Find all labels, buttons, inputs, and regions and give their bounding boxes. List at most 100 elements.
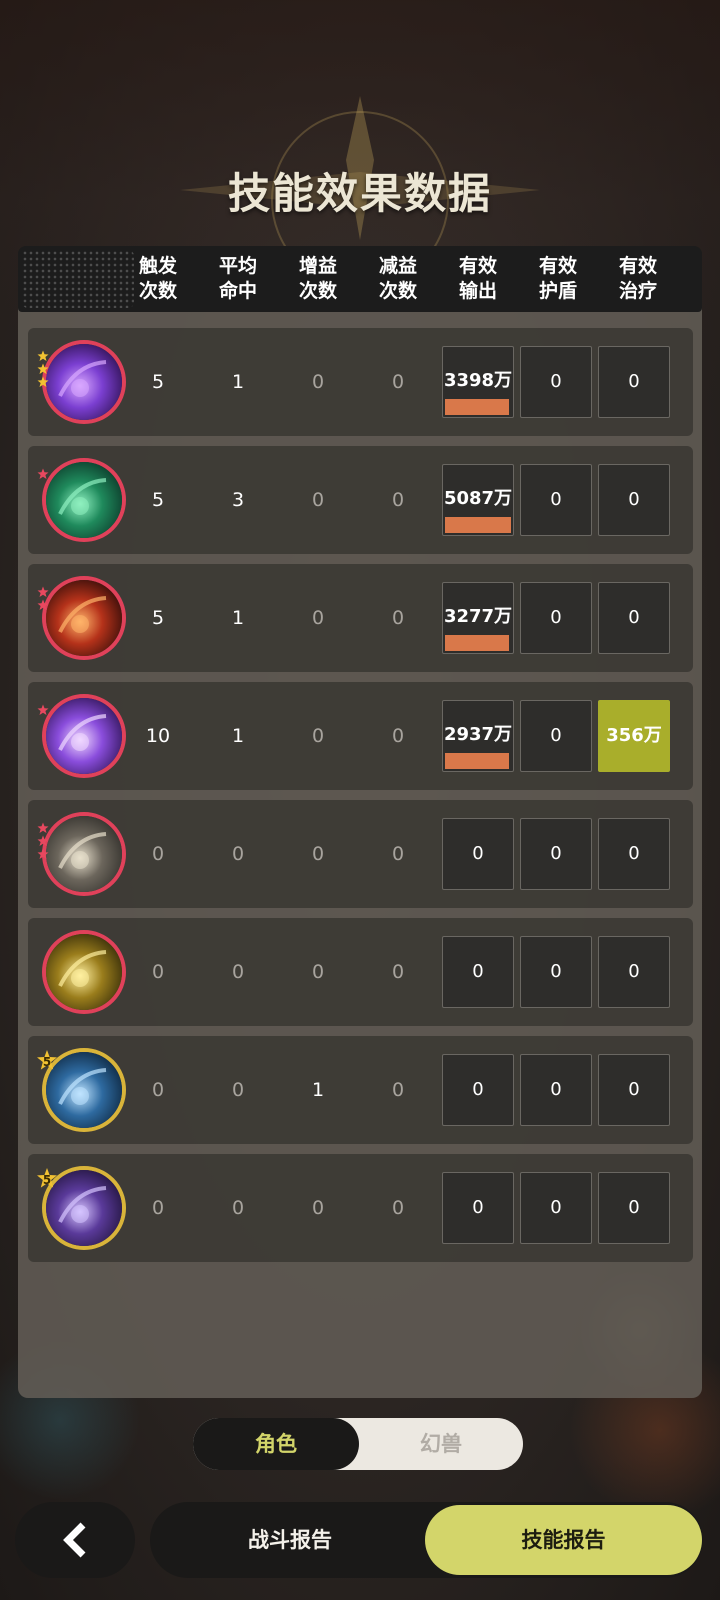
level-value: 5 <box>42 1173 52 1187</box>
star-icon <box>37 704 49 715</box>
star-icon <box>37 468 49 479</box>
star-icon <box>37 599 49 610</box>
debuff-count-value: 0 <box>391 1079 405 1101</box>
effective-shield-cell[interactable]: 0 <box>520 936 592 1008</box>
page-title: 技能效果数据 <box>227 169 492 218</box>
effective-shield-cell[interactable]: 0 <box>520 818 592 890</box>
shield-value: 0 <box>550 843 562 864</box>
effective-shield-cell[interactable]: 0 <box>520 464 592 536</box>
output-value: 0 <box>472 961 484 982</box>
average-hit-value: 1 <box>231 607 245 629</box>
effective-heal-cell[interactable]: 356万 <box>598 700 670 772</box>
column-header-trigger-count: 触发 次数 <box>138 255 177 302</box>
effective-heal-cell[interactable]: 0 <box>598 346 670 418</box>
star-rating <box>37 350 51 389</box>
skill-row[interactable]: 5 1 0 0 3398万 0 0 <box>28 328 693 436</box>
toggle-beast-tab[interactable]: 幻兽 <box>359 1418 523 1470</box>
skill-row[interactable]: 10 1 0 0 2937万 0 356万 <box>28 682 693 790</box>
effective-output-cell[interactable]: 3398万 <box>442 346 514 418</box>
effective-heal-cell[interactable]: 0 <box>598 464 670 536</box>
effective-shield-cell[interactable]: 0 <box>520 582 592 654</box>
effective-shield-cell[interactable]: 0 <box>520 346 592 418</box>
green-vortex-skill-icon <box>46 462 122 538</box>
purple-orb-skill-icon <box>46 344 122 420</box>
skill-row[interactable]: 5 0 0 1 0 0 0 0 <box>28 1036 693 1144</box>
shield-value: 0 <box>550 1197 562 1218</box>
skill-icon-frame <box>42 930 126 1014</box>
back-button[interactable] <box>15 1502 135 1578</box>
effective-output-cell[interactable]: 0 <box>442 818 514 890</box>
effective-shield-cell[interactable]: 0 <box>520 1172 592 1244</box>
shield-value: 0 <box>550 489 562 510</box>
effective-heal-cell[interactable]: 0 <box>598 1172 670 1244</box>
effective-output-cell[interactable]: 3277万 <box>442 582 514 654</box>
effective-output-cell[interactable]: 0 <box>442 1172 514 1244</box>
buff-count-value: 0 <box>311 725 325 747</box>
heal-value: 0 <box>628 371 640 392</box>
star-icon <box>37 835 49 846</box>
role-beast-toggle[interactable]: 角色 幻兽 <box>193 1418 523 1470</box>
battle-report-tab[interactable]: 战斗报告 <box>150 1502 430 1578</box>
shield-value: 0 <box>550 371 562 392</box>
average-hit-value: 0 <box>231 1079 245 1101</box>
output-value: 2937万 <box>443 724 513 745</box>
star-icon <box>37 350 49 361</box>
skill-report-tab[interactable]: 技能报告 <box>425 1505 702 1575</box>
output-value: 0 <box>472 1079 484 1100</box>
effective-output-cell[interactable]: 2937万 <box>442 700 514 772</box>
star-rating <box>37 822 51 861</box>
skill-icon-frame <box>42 812 126 896</box>
skill-row[interactable]: 5 1 0 0 3277万 0 0 <box>28 564 693 672</box>
average-hit-value: 1 <box>231 725 245 747</box>
skill-icon-frame <box>42 694 126 778</box>
heal-value: 0 <box>628 1079 640 1100</box>
heal-value: 0 <box>628 843 640 864</box>
output-share-bar <box>445 635 509 651</box>
shield-warrior-skill-icon <box>46 816 122 892</box>
buff-count-value: 0 <box>311 607 325 629</box>
average-hit-value: 3 <box>231 489 245 511</box>
column-header-average-hit: 平均 命中 <box>218 255 257 302</box>
purple-beast-skill-icon <box>46 1170 122 1246</box>
output-value: 5087万 <box>443 488 513 509</box>
shield-value: 0 <box>550 607 562 628</box>
effective-output-cell[interactable]: 0 <box>442 1054 514 1126</box>
skill-row[interactable]: 5 3 0 0 5087万 0 0 <box>28 446 693 554</box>
effective-heal-cell[interactable]: 0 <box>598 818 670 890</box>
effective-shield-cell[interactable]: 0 <box>520 1054 592 1126</box>
trigger-count-value: 0 <box>151 961 165 983</box>
average-hit-value: 0 <box>231 961 245 983</box>
chevron-left-icon <box>63 1522 86 1558</box>
violet-burst-skill-icon <box>46 698 122 774</box>
skill-row[interactable]: 0 0 0 0 0 0 0 <box>28 800 693 908</box>
star-icon <box>37 848 49 859</box>
star-rating <box>37 586 51 612</box>
trigger-count-value: 5 <box>151 489 165 511</box>
header-pattern <box>22 250 134 308</box>
effective-output-cell[interactable]: 0 <box>442 936 514 1008</box>
debuff-count-value: 0 <box>391 843 405 865</box>
star-rating <box>37 704 51 717</box>
effective-heal-cell[interactable]: 0 <box>598 1054 670 1126</box>
average-hit-value: 1 <box>231 371 245 393</box>
buff-count-value: 0 <box>311 1197 325 1219</box>
effective-heal-cell[interactable]: 0 <box>598 936 670 1008</box>
skill-row[interactable]: 0 0 0 0 0 0 0 <box>28 918 693 1026</box>
trigger-count-value: 0 <box>151 1079 165 1101</box>
shield-value: 0 <box>550 961 562 982</box>
effective-heal-cell[interactable]: 0 <box>598 582 670 654</box>
shield-value: 0 <box>550 725 562 746</box>
toggle-role-tab[interactable]: 角色 <box>193 1418 359 1470</box>
skill-row[interactable]: 5 0 0 0 0 0 0 0 <box>28 1154 693 1262</box>
level-badge: 5 <box>37 1050 57 1072</box>
golden-eye-skill-icon <box>46 934 122 1010</box>
trigger-count-value: 5 <box>151 371 165 393</box>
level-value: 5 <box>42 1055 52 1069</box>
star-rating <box>37 468 51 481</box>
effective-shield-cell[interactable]: 0 <box>520 700 592 772</box>
buff-count-value: 1 <box>311 1079 325 1101</box>
buff-count-value: 0 <box>311 489 325 511</box>
effective-output-cell[interactable]: 5087万 <box>442 464 514 536</box>
output-value: 3277万 <box>443 606 513 627</box>
trigger-count-value: 10 <box>145 725 171 747</box>
